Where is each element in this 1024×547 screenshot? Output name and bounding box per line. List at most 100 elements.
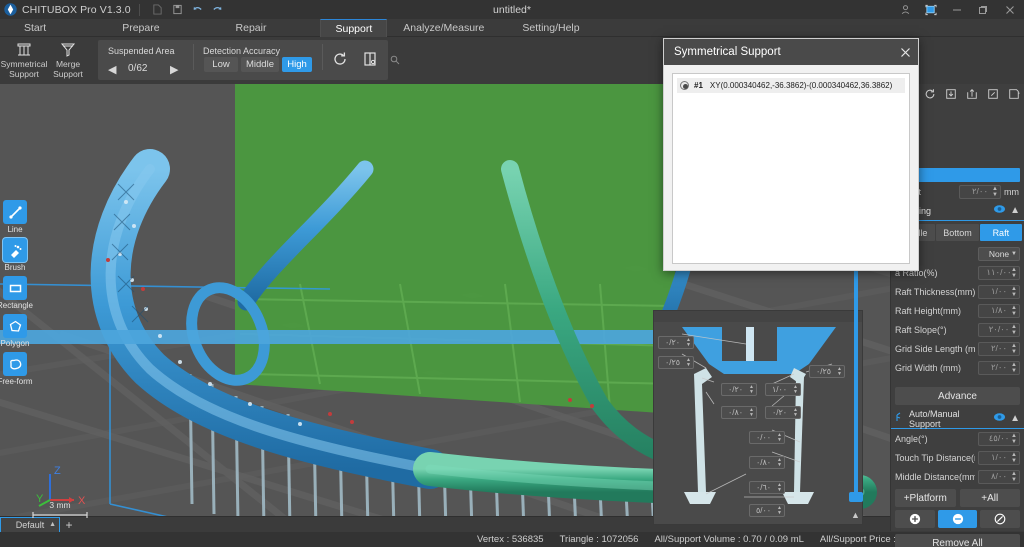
minimize-icon[interactable]	[944, 0, 970, 19]
tab-bottom[interactable]: Bottom	[936, 224, 979, 241]
symmetrical-support-dialog[interactable]: Symmetrical Support #1 XY(0.000340462,-3…	[663, 38, 919, 271]
grid-side-length-row: Grid Side Length (mm) ٢/٠٠▲▼	[891, 339, 1024, 358]
support-diagram-graphic	[681, 327, 836, 504]
chevron-up-icon[interactable]: ▲	[1010, 205, 1020, 216]
redo-icon[interactable]	[208, 0, 228, 19]
slider-knob[interactable]	[849, 492, 863, 502]
auto-manual-support-label: Auto/Manual Support	[909, 408, 960, 429]
magnifier-icon[interactable]	[390, 55, 400, 68]
diagram-chip-1[interactable]: ٠/٢٥ ▲ ▼	[658, 356, 694, 369]
symmetry-plane-list[interactable]: #1 XY(0.000340462,-36.3862)-(0.000340462…	[672, 73, 910, 264]
new-file-icon[interactable]	[148, 0, 168, 19]
next-arrow-icon[interactable]: ▶	[170, 63, 178, 76]
edit-icon[interactable]	[987, 88, 999, 103]
chevron-up-icon[interactable]: ▲	[851, 510, 860, 520]
eye-icon[interactable]	[993, 412, 1006, 425]
suspended-area-value: 0/62	[128, 63, 148, 74]
tab-analyze-measure[interactable]: Analyze/Measure	[389, 19, 498, 37]
diagram-chip-8[interactable]: ٠/٨٠ ▲ ▼	[749, 456, 785, 469]
line-tool-icon	[3, 200, 27, 224]
remove-support-icon[interactable]	[937, 510, 978, 528]
refresh-icon[interactable]	[332, 51, 348, 70]
advance-button[interactable]: Advance	[895, 387, 1020, 405]
save-icon[interactable]	[168, 0, 188, 19]
eye-icon[interactable]	[993, 204, 1006, 217]
auto-manual-support-section[interactable]: Auto/Manual Support ▲	[891, 409, 1024, 429]
diagram-chip-0[interactable]: ٠/٢٠ ▲ ▼	[658, 336, 694, 349]
radio-selected-icon[interactable]	[680, 81, 689, 90]
book-icon[interactable]	[362, 51, 378, 70]
diagram-chip-4[interactable]: ١/٠٠ ▲ ▼	[765, 383, 801, 396]
detection-accuracy-label: Detection Accuracy	[203, 46, 281, 56]
brush-tool-icon	[3, 238, 27, 262]
save-as-icon[interactable]	[1008, 88, 1020, 103]
list-item-label: XY(0.000340462,-36.3862)-(0.000340462,36…	[709, 81, 893, 90]
import-icon[interactable]	[945, 88, 957, 103]
screenshot-icon[interactable]	[918, 0, 944, 19]
tool-freeform[interactable]: Free-form	[0, 352, 33, 386]
support-branch-icon	[895, 412, 905, 425]
accuracy-low-button[interactable]: Low	[204, 57, 238, 72]
tool-brush[interactable]: Brush	[0, 238, 30, 272]
close-icon[interactable]	[892, 39, 918, 65]
chevron-up-icon[interactable]: ▲	[49, 521, 56, 528]
diagram-chip-6[interactable]: ٠/٢٠ ▲ ▼	[765, 406, 801, 419]
undo-icon[interactable]	[188, 0, 208, 19]
tool-rectangle-label: Rectangle	[0, 301, 34, 310]
tab-setting-help[interactable]: Setting/Help	[508, 19, 593, 37]
tab-start[interactable]: Start	[10, 19, 60, 37]
diagram-chip-7[interactable]: ٠/٠٠ ▲ ▼	[749, 431, 785, 444]
angle-input[interactable]: ٤٥/٠٠ ▲ ▼	[978, 431, 1020, 446]
add-platform-button[interactable]: +Platform	[895, 489, 956, 507]
raft-thickness-input[interactable]: ١/٠٠ ▲ ▼	[978, 284, 1020, 299]
touch-tip-distance-label: Touch Tip Distance(mm)	[895, 452, 975, 463]
add-all-button[interactable]: +All	[959, 489, 1020, 507]
tool-polygon[interactable]: Polygon	[0, 314, 30, 348]
list-item[interactable]: #1 XY(0.000340462,-36.3862)-(0.000340462…	[677, 78, 905, 93]
add-support-icon[interactable]	[895, 510, 935, 528]
raft-height-row: Raft Height(mm) ١/٨٠ ▲ ▼	[891, 301, 1024, 320]
account-icon[interactable]	[892, 0, 918, 19]
diagram-chip-3[interactable]: ٠/٢٠ ▲ ▼	[721, 383, 757, 396]
accuracy-high-button[interactable]: High	[282, 57, 312, 72]
remove-all-button[interactable]: Remove All	[895, 534, 1020, 547]
tool-line[interactable]: Line	[0, 200, 30, 234]
prev-arrow-icon[interactable]: ◀	[108, 63, 116, 76]
touch-tip-distance-input[interactable]: ١/٠٠ ▲ ▼	[978, 450, 1020, 465]
accuracy-middle-button[interactable]: Middle	[241, 57, 279, 72]
support-parameter-diagram[interactable]: ٠/٢٠ ▲ ▼ ٠/٢٥ ▲ ▼ ٠/٢٥ ▲ ▼ ٠/٢٠ ▲ ▼ ١/٠٠ ▲ ▼ ٠/٨٠ ▲…	[653, 310, 863, 525]
diagram-chip-10[interactable]: ٥/٠٠ ▲ ▼	[749, 504, 785, 517]
scale-bar-label: 3 mm	[49, 500, 71, 510]
tab-support[interactable]: Support	[320, 19, 388, 37]
support-action-row	[895, 510, 1021, 528]
grid-width-input[interactable]: ٢/٠٠ ▲ ▼	[978, 360, 1020, 375]
middle-distance-input[interactable]: ٨/٠٠ ▲ ▼	[978, 469, 1020, 484]
shape-combo[interactable]: None ▼	[978, 246, 1020, 261]
tab-raft[interactable]: Raft	[979, 224, 1022, 241]
chevron-up-icon[interactable]: ▲	[1010, 413, 1020, 424]
export-icon[interactable]	[966, 88, 978, 103]
freeform-tool-icon	[3, 352, 27, 376]
diagram-chip-5[interactable]: ٠/٨٠ ▲ ▼	[721, 406, 757, 419]
height-input[interactable]: ٢/٠٠ ▲ ▼	[959, 184, 1001, 199]
tool-line-label: Line	[7, 225, 23, 234]
refresh-icon[interactable]	[924, 88, 936, 103]
raft-height-input[interactable]: ١/٨٠ ▲ ▼	[978, 303, 1020, 318]
diagram-chip-9[interactable]: ٠/٦٠ ▲ ▼	[749, 481, 785, 494]
tab-prepare[interactable]: Prepare	[108, 19, 173, 37]
scale-bar: 3 mm	[30, 500, 90, 522]
tab-repair[interactable]: Repair	[222, 19, 281, 37]
support-diagram-header	[654, 311, 862, 322]
symmetrical-support-button[interactable]: Symmetrical Support	[0, 39, 48, 83]
grid-side-length-input[interactable]: ٢/٠٠ ▲ ▼	[978, 341, 1020, 356]
merge-support-icon	[60, 39, 76, 59]
grid-width-row: Grid Width (mm) ٢/٠٠ ▲ ▼	[891, 358, 1024, 377]
close-icon[interactable]	[996, 0, 1024, 19]
tool-rectangle[interactable]: Rectangle	[0, 276, 34, 310]
status-vertex: Vertex : 536835	[477, 534, 544, 545]
raft-slope-input[interactable]: ٢٠/٠٠ ▲ ▼	[978, 322, 1020, 337]
maximize-icon[interactable]	[970, 0, 996, 19]
edit-support-icon[interactable]	[980, 510, 1021, 528]
area-ratio-input[interactable]: ١١٠/٠٠ ▲ ▼	[978, 265, 1020, 280]
merge-support-button[interactable]: Merge Support	[44, 39, 92, 83]
